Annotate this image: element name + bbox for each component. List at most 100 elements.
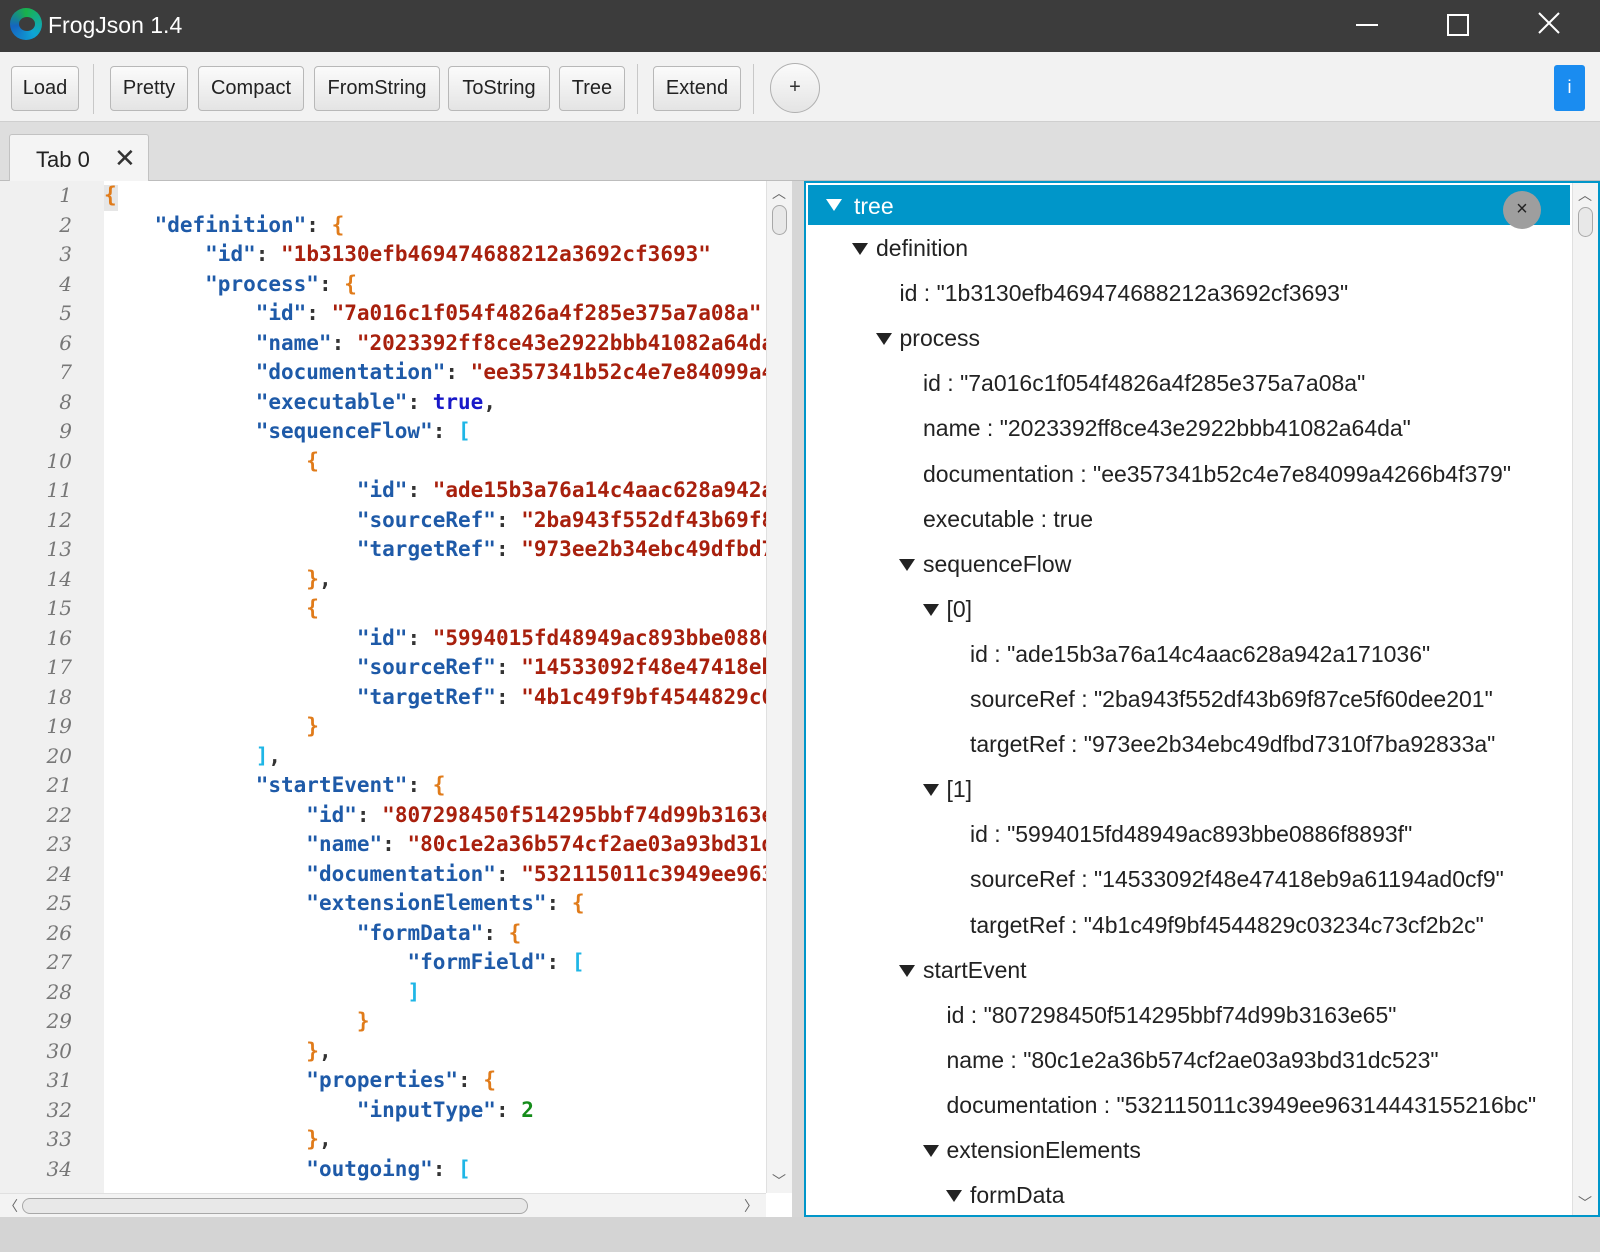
line-number: 29 [46,1009,72,1033]
tab-bar: Tab 0 ✕ [0,122,1600,182]
code-token: { [306,596,319,620]
code-token: "executable" [255,389,408,414]
extend-button[interactable]: Extend [653,66,741,111]
tree-expand-icon[interactable] [946,1190,962,1203]
scroll-down-arrow-icon[interactable]: ﹀ [772,1171,786,1191]
tree-leaf[interactable]: sourceRef : "2ba943f552df43b69f87ce5f60d… [970,686,1493,713]
tree-leaf[interactable]: name : "2023392ff8ce43e2922bbb41082a64da… [923,415,1411,442]
add-button[interactable]: + [770,63,820,113]
tree-node[interactable]: [0] [947,596,973,623]
tree-node[interactable]: definition [876,235,968,262]
tostring-button[interactable]: ToString [448,66,550,111]
code-token: "outgoing" [306,1156,433,1181]
code-token: "ade15b3a76a14c4aac628a942a171036" [432,478,766,502]
tree-leaf[interactable]: id : "1b3130efb469474688212a3692cf3693" [900,280,1349,307]
line-number: 12 [46,507,72,532]
code-token: "id" [255,301,307,325]
line-number: 18 [46,684,72,709]
tree-view-panel[interactable]: tree × definition id : "1b3130efb46947468… [804,181,1600,1217]
tree-expand-icon[interactable] [922,603,939,616]
info-button[interactable]: i [1554,65,1585,111]
code-token: "532115011c3949ee96314443155216bc" [521,861,766,886]
scroll-up-arrow-icon[interactable]: ︿ [772,183,786,203]
tree-node[interactable]: extensionElements [947,1137,1141,1164]
code-token: : [407,625,433,650]
tree-leaf[interactable]: id : "7a016c1f054f4826a4f285e375a7a08a" [923,370,1365,397]
tree-leaf[interactable]: targetRef : "4b1c49f9bf4544829c03234c73c… [970,912,1484,939]
tree-expand-icon[interactable] [922,1145,939,1157]
tree-expand-icon[interactable] [852,243,868,255]
code-line: "process": { [104,272,357,296]
compact-button[interactable]: Compact [198,66,304,111]
tree-collapse-icon[interactable] [826,199,842,211]
line-number: 2 [59,212,72,237]
code-token: : [407,389,433,414]
scroll-thumb[interactable] [22,1198,528,1214]
scroll-thumb[interactable] [1578,207,1593,237]
code-token: "14533092f48e47418eb9a61194ad0cf9" [521,655,766,679]
tree-expand-icon[interactable] [922,784,939,797]
tree-node[interactable]: startEvent [923,957,1027,984]
tree-leaf[interactable]: executable : true [923,506,1093,533]
code-token: : [495,684,522,709]
close-window-button[interactable] [1518,0,1580,52]
json-editor[interactable]: 1 2 3 4 5 6 7 8 9 10 11 12 13 14 15 16 17 18 19 20 21 22 23 24 2… [0,181,792,1217]
tree-button[interactable]: Tree [559,66,625,111]
tree-leaf[interactable]: sourceRef : "14533092f48e47418eb9a61194a… [970,866,1504,893]
tree-leaf[interactable]: name : "80c1e2a36b574cf2ae03a93bd31dc523… [947,1047,1439,1074]
code-token: : [432,419,459,443]
tab-label: Tab 0 [36,147,90,172]
code-token: ] [407,979,421,1004]
scroll-right-arrow-icon[interactable]: 〉 [744,1196,758,1216]
code-token: [ [458,1156,471,1181]
code-token: "formData" [356,920,484,945]
code-area[interactable]: { "definition": { "id": "1b3130efb469474… [104,181,766,1193]
tree-leaf[interactable]: id : "ade15b3a76a14c4aac628a942a171036" [970,641,1430,668]
tree-leaf[interactable]: id : "807298450f514295bbf74d99b3163e65" [947,1002,1397,1029]
scroll-thumb[interactable] [772,205,787,235]
code-line: "id": "7a016c1f054f4826a4f285e375a7a08a" [104,301,762,325]
scroll-left-arrow-icon[interactable]: 〈 [4,1196,18,1216]
tree-leaf[interactable]: targetRef : "973ee2b34ebc49dfbd7310f7ba9… [970,731,1495,758]
tree-node[interactable]: process [900,325,981,352]
tree-leaf[interactable]: documentation : "532115011c3949ee9631444… [947,1092,1537,1119]
scroll-up-arrow-icon[interactable]: ︿ [1578,185,1592,205]
tab-close-icon[interactable]: ✕ [114,145,136,171]
code-token: : [407,773,433,797]
tree-expand-icon[interactable] [899,964,915,977]
code-token: "id" [306,802,357,827]
tree-vertical-scrollbar[interactable]: ︿ ﹀ [1572,183,1598,1215]
tree-node[interactable]: [1] [947,776,973,803]
load-button[interactable]: Load [11,66,79,111]
tree-node[interactable]: formData [970,1182,1065,1209]
tree-root-row[interactable]: tree [808,185,1570,225]
line-number: 22 [46,802,72,827]
code-token: { [571,891,585,915]
tree-expand-icon[interactable] [875,333,892,346]
code-token: "process" [205,271,319,296]
tab-0[interactable]: Tab 0 ✕ [9,134,149,182]
minimize-button[interactable] [1336,0,1398,52]
tree-expand-icon[interactable] [899,558,915,571]
editor-horizontal-scrollbar[interactable]: 〈 〉 [0,1193,766,1217]
code-line: "name": "2023392ff8ce43e2922bbb41082a64d… [104,331,766,355]
tree-node[interactable]: sequenceFlow [923,551,1071,578]
tree-leaf[interactable]: documentation : "ee357341b52c4e7e84099a4… [923,461,1511,488]
tree-close-icon[interactable]: × [1503,191,1541,229]
fromstring-button[interactable]: FromString [314,66,440,111]
pretty-button[interactable]: Pretty [110,66,188,111]
tree-leaf[interactable]: id : "5994015fd48949ac893bbe0886f8893f" [970,821,1412,848]
scroll-down-arrow-icon[interactable]: ﹀ [1578,1193,1592,1213]
editor-vertical-scrollbar[interactable]: ︿ ﹀ [766,181,792,1193]
maximize-button[interactable] [1426,0,1488,52]
line-number: 19 [46,714,72,738]
code-token: : [382,832,408,856]
